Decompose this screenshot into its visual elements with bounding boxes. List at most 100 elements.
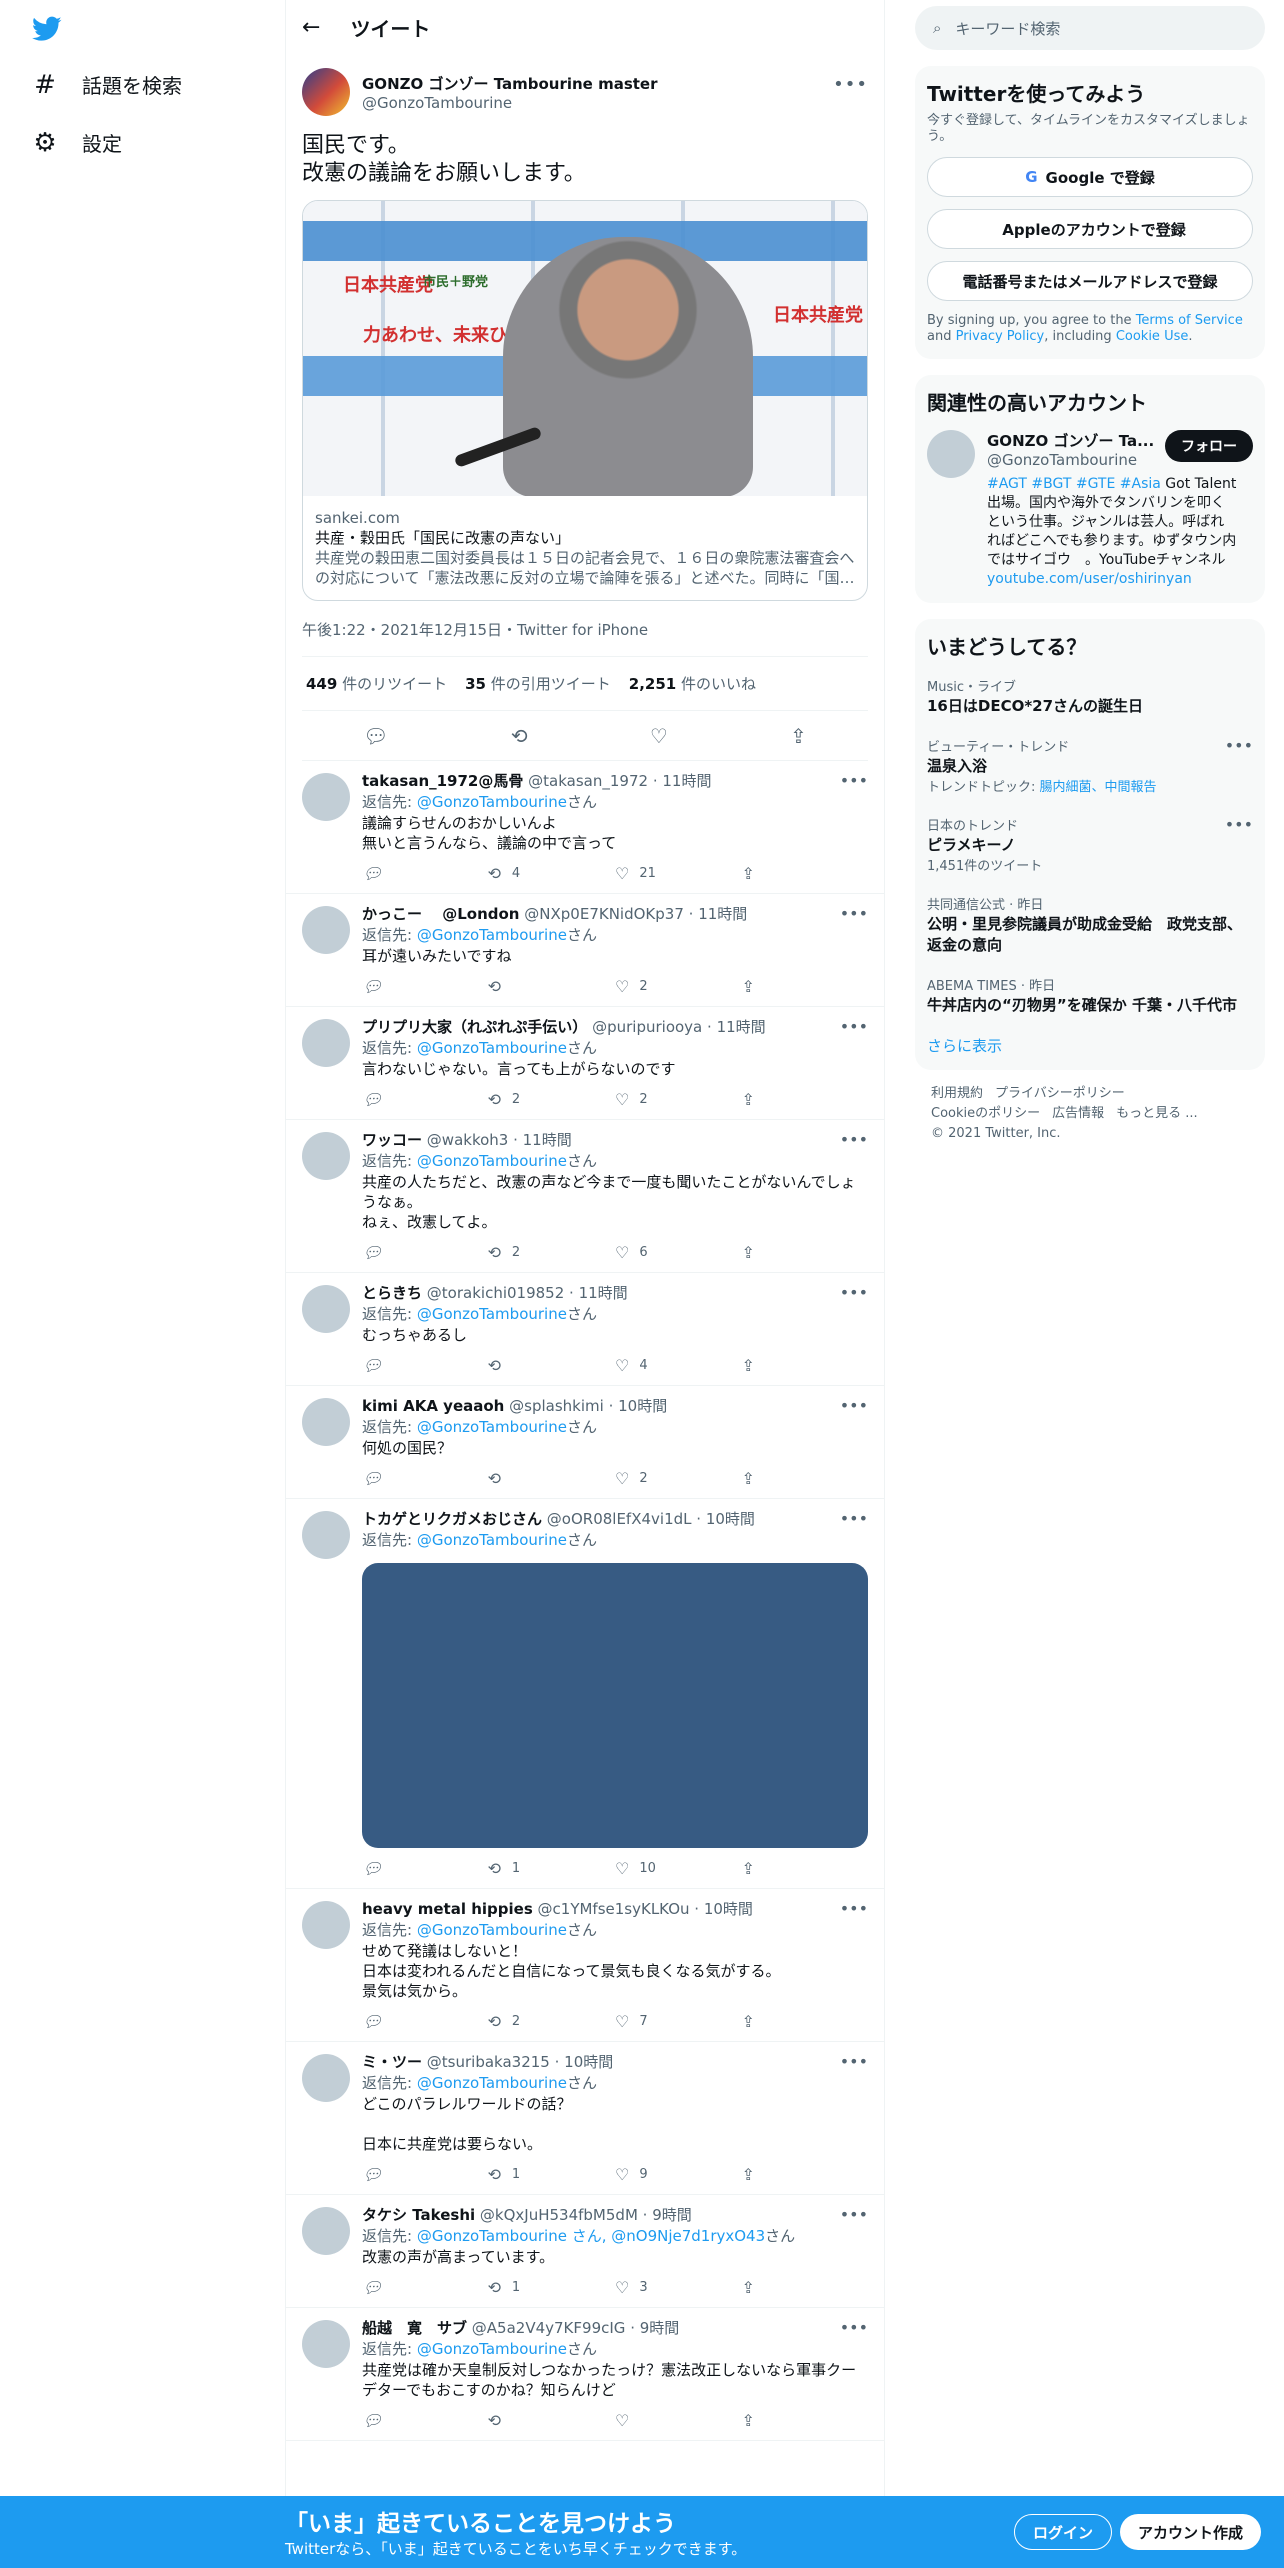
- trend-item[interactable]: ビューティー・トレンド 温泉入浴 トレンドトピック: 腸内細菌、中間報告 •••: [927, 726, 1253, 805]
- reply-tweet[interactable]: kimi AKA yeaaoh @splashkimi · 10時間 ••• 返…: [286, 1386, 884, 1499]
- reply-to-link[interactable]: @GonzoTambourine: [417, 926, 567, 944]
- retweet-icon[interactable]: ⟲ 2: [489, 2012, 616, 2031]
- share-icon[interactable]: ⇪: [742, 2411, 869, 2430]
- retweet-icon[interactable]: ⟲: [489, 1469, 616, 1488]
- trend-item[interactable]: ABEMA TIMES · 昨日 牛丼店内の“刃物男”を確保か 千葉・八千代市: [927, 965, 1253, 1025]
- reply-icon[interactable]: 💬︎: [362, 2411, 489, 2430]
- reply-icon[interactable]: 💬︎: [362, 1356, 489, 1375]
- reply-to-link[interactable]: @GonzoTambourine: [417, 1531, 567, 1549]
- share-icon[interactable]: ⇪: [742, 2012, 869, 2031]
- share-icon[interactable]: ⇪: [742, 1090, 869, 1109]
- reply-to-link[interactable]: @GonzoTambourine: [417, 1152, 567, 1170]
- reply-to-link[interactable]: @GonzoTambourine: [417, 2340, 567, 2358]
- bio-link[interactable]: youtube.com/user/oshirinyan: [987, 571, 1192, 587]
- footer-cookie[interactable]: Cookieのポリシー: [931, 1106, 1040, 1121]
- like-icon[interactable]: ♡ 9: [615, 2165, 742, 2184]
- share-icon[interactable]: ⇪: [742, 1243, 869, 1262]
- share-icon[interactable]: ⇪: [742, 1469, 869, 1488]
- like-icon[interactable]: ♡ 7: [615, 2012, 742, 2031]
- share-icon[interactable]: ⇪: [742, 2278, 869, 2297]
- reply-tweet[interactable]: タケシ Takeshi @kQxJuH534fbM5dM · 9時間 ••• 返…: [286, 2195, 884, 2308]
- avatar[interactable]: [302, 68, 350, 116]
- reply-time[interactable]: 11時間: [717, 1018, 766, 1036]
- reply-author-name[interactable]: トカゲとリクガメおじさん: [362, 1510, 542, 1528]
- retweet-icon[interactable]: ⟲ 2: [489, 1243, 616, 1262]
- reply-to-link[interactable]: @GonzoTambourine: [417, 1305, 567, 1323]
- reply-time[interactable]: 10時間: [704, 1900, 753, 1918]
- retweet-icon[interactable]: ⟲: [489, 2411, 616, 2430]
- reply-author-name[interactable]: 船越 寛 サブ: [362, 2319, 467, 2337]
- retweet-icon[interactable]: ⟲ 1: [489, 1859, 616, 1878]
- reply-time[interactable]: 9時間: [652, 2206, 692, 2224]
- avatar[interactable]: [302, 2207, 350, 2255]
- avatar[interactable]: [302, 1285, 350, 1333]
- reply-to-link[interactable]: @GonzoTambourine さん, @nO9Nje7d1ryxO43: [417, 2227, 765, 2245]
- reply-tweet[interactable]: ミ・ツー @tsuribaka3215 · 10時間 ••• 返信先: @Gon…: [286, 2042, 884, 2195]
- author-name[interactable]: GONZO ゴンゾー Tambourine master: [362, 73, 658, 94]
- reply-tweet[interactable]: ワッコー @wakkoh3 · 11時間 ••• 返信先: @GonzoTamb…: [286, 1120, 884, 1273]
- share-icon[interactable]: ⇪: [742, 1356, 869, 1375]
- avatar[interactable]: [302, 2320, 350, 2368]
- share-icon[interactable]: ⇪: [742, 1859, 869, 1878]
- reply-tweet[interactable]: 船越 寛 サブ @A5a2V4y7KF99cIG · 9時間 ••• 返信先: …: [286, 2308, 884, 2441]
- avatar[interactable]: [302, 1511, 350, 1559]
- signup-button[interactable]: アカウント作成: [1120, 2514, 1262, 2550]
- avatar[interactable]: [302, 1019, 350, 1067]
- reply-time[interactable]: 9時間: [640, 2319, 680, 2337]
- reply-time[interactable]: 10時間: [564, 2053, 613, 2071]
- show-more-link[interactable]: さらに表示: [927, 1035, 1253, 1056]
- quote-count[interactable]: 35 件の引用ツイート: [465, 673, 611, 694]
- retweet-icon[interactable]: ⟲: [511, 724, 528, 748]
- terms-link[interactable]: Terms of Service: [1136, 313, 1243, 328]
- reply-to-link[interactable]: @GonzoTambourine: [417, 1921, 567, 1939]
- reply-icon[interactable]: 💬︎: [362, 2278, 489, 2297]
- more-icon[interactable]: •••: [840, 1899, 868, 1918]
- share-icon[interactable]: ⇪: [790, 724, 807, 748]
- reply-author-name[interactable]: とらきち: [362, 1284, 422, 1302]
- reply-author-name[interactable]: プリプリ大家（れぷれぷ手伝い）: [362, 1018, 587, 1036]
- more-icon[interactable]: •••: [840, 1283, 868, 1302]
- phone-signup-button[interactable]: 電話番号またはメールアドレスで登録: [927, 261, 1253, 301]
- reply-time[interactable]: 10時間: [618, 1397, 667, 1415]
- reply-icon[interactable]: 💬︎: [363, 724, 388, 748]
- avatar[interactable]: [302, 2054, 350, 2102]
- reply-author-name[interactable]: takasan_1972@馬骨: [362, 772, 523, 790]
- avatar[interactable]: [302, 1901, 350, 1949]
- trend-item[interactable]: 共同通信公式 · 昨日 公明・里見参院議員が助成金受給 政党支部、返金の意向: [927, 884, 1253, 965]
- like-icon[interactable]: ♡ 10: [615, 1859, 742, 1878]
- reply-tweet[interactable]: heavy metal hippies @c1YMfse1syKLKOu · 1…: [286, 1889, 884, 2042]
- more-icon[interactable]: •••: [840, 2318, 868, 2337]
- avatar[interactable]: [302, 906, 350, 954]
- footer-terms[interactable]: 利用規約: [931, 1086, 983, 1101]
- reply-icon[interactable]: 💬︎: [362, 1243, 489, 1262]
- reply-time[interactable]: 11時間: [698, 905, 747, 923]
- reply-author-name[interactable]: ミ・ツー: [362, 2053, 422, 2071]
- retweet-icon[interactable]: ⟲ 1: [489, 2278, 616, 2297]
- reply-tweet[interactable]: かっこー @London @NXp0E7KNidOKp37 · 11時間 •••…: [286, 894, 884, 1007]
- reply-tweet[interactable]: プリプリ大家（れぷれぷ手伝い） @puripuriooya · 11時間 •••…: [286, 1007, 884, 1120]
- like-icon[interactable]: ♡ 2: [615, 977, 742, 996]
- link-card[interactable]: 日本共産党 力あわせ、未来ひらく。 日本共産党 市民＋野党 sankei.com…: [302, 200, 868, 601]
- footer-privacy[interactable]: プライバシーポリシー: [995, 1086, 1125, 1101]
- author-handle[interactable]: @GonzoTambourine: [362, 94, 658, 112]
- reply-author-name[interactable]: かっこー @London: [362, 905, 520, 923]
- more-icon[interactable]: •••: [840, 1130, 868, 1149]
- like-icon[interactable]: ♡ 2: [615, 1090, 742, 1109]
- footer-more[interactable]: もっと見る ...: [1116, 1106, 1198, 1121]
- reply-to-link[interactable]: @GonzoTambourine: [417, 1039, 567, 1057]
- reply-time[interactable]: 11時間: [523, 1131, 572, 1149]
- share-icon[interactable]: ⇪: [742, 2165, 869, 2184]
- google-signup-button[interactable]: G Google で登録: [927, 157, 1253, 197]
- like-icon[interactable]: ♡ 2: [615, 1469, 742, 1488]
- like-icon[interactable]: ♡ 4: [615, 1356, 742, 1375]
- more-icon[interactable]: •••: [840, 771, 868, 790]
- search-input[interactable]: ⌕ キーワード検索: [915, 6, 1265, 50]
- like-icon[interactable]: ♡ 6: [615, 1243, 742, 1262]
- like-icon[interactable]: ♡ 3: [615, 2278, 742, 2297]
- more-icon[interactable]: •••: [840, 2052, 868, 2071]
- reply-icon[interactable]: 💬︎: [362, 864, 489, 883]
- reply-author-name[interactable]: ワッコー: [362, 1131, 422, 1149]
- reply-author-name[interactable]: kimi AKA yeaaoh: [362, 1397, 504, 1415]
- reply-author-name[interactable]: heavy metal hippies: [362, 1900, 533, 1918]
- nav-explore[interactable]: # 話題を検索: [32, 70, 182, 100]
